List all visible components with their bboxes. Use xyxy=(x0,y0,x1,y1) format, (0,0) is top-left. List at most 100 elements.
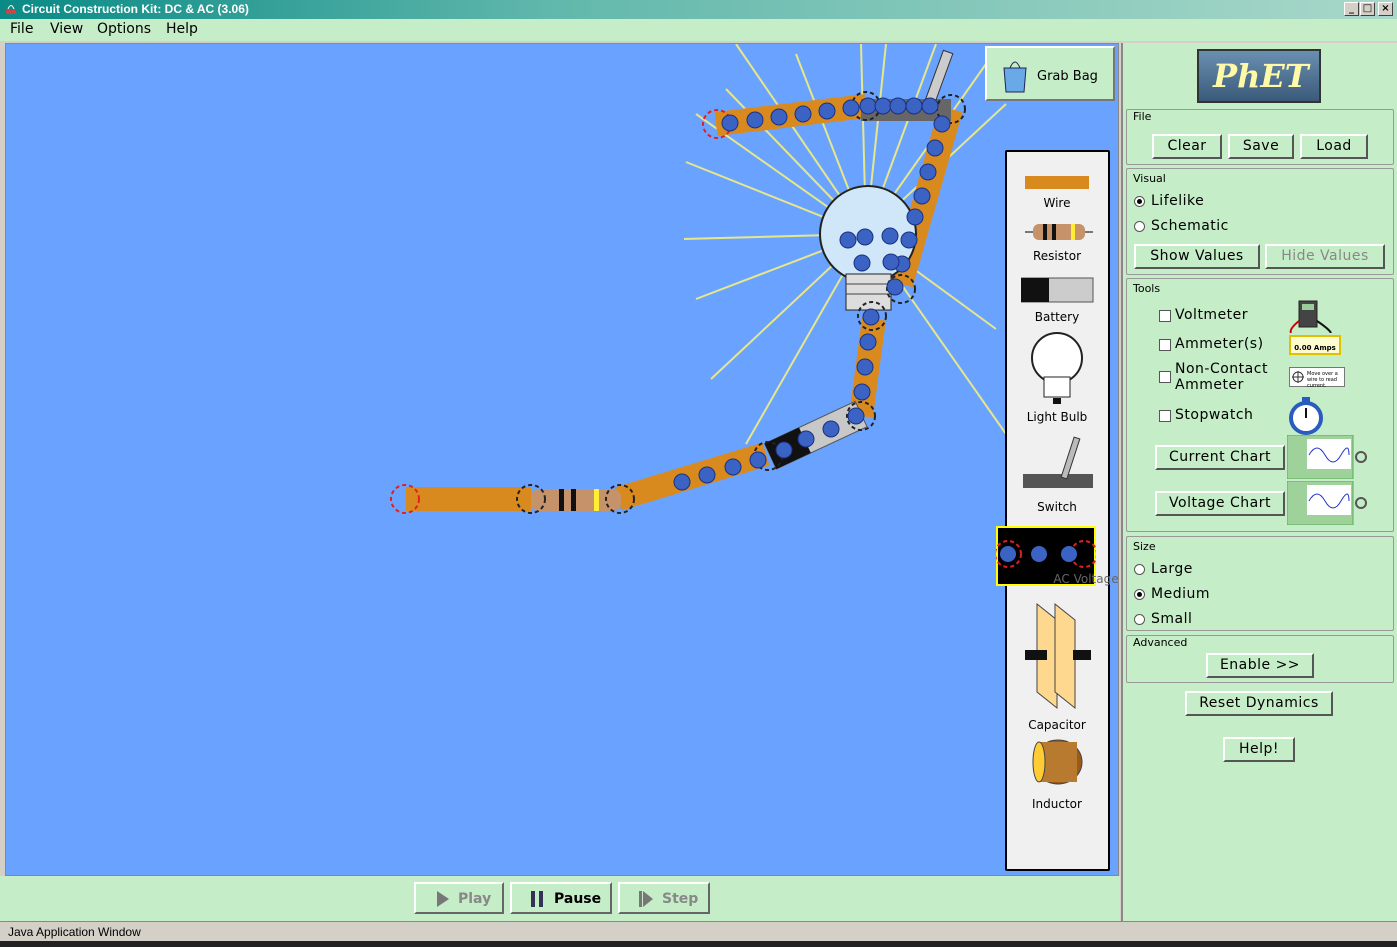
size-small-label: Small xyxy=(1151,611,1193,627)
stopwatch-checkbox[interactable] xyxy=(1159,410,1171,422)
play-label: Play xyxy=(458,891,492,907)
file-section-title: File xyxy=(1133,110,1152,123)
pause-button[interactable]: Pause xyxy=(510,882,612,914)
size-medium-radio[interactable] xyxy=(1134,589,1145,600)
voltage-chart-icon xyxy=(1287,481,1367,525)
status-bar: Java Application Window xyxy=(0,921,1397,941)
reset-dynamics-button[interactable]: Reset Dynamics xyxy=(1185,691,1333,716)
noncontact-label-2: Ammeter xyxy=(1175,377,1244,393)
play-icon xyxy=(437,891,449,907)
voltmeter-checkbox[interactable] xyxy=(1159,310,1171,322)
step-button[interactable]: Step xyxy=(618,882,710,914)
minimize-button[interactable]: _ xyxy=(1344,2,1359,16)
lifelike-radio[interactable] xyxy=(1134,196,1145,207)
ammeter-checkbox[interactable] xyxy=(1159,339,1171,351)
save-button[interactable]: Save xyxy=(1228,134,1294,159)
close-button[interactable]: × xyxy=(1378,2,1393,16)
lifelike-label: Lifelike xyxy=(1151,193,1205,209)
ammeter-icon: 0.00 Amps xyxy=(1289,335,1341,355)
toolbox-ac-voltage[interactable]: AC Voltage xyxy=(996,524,1118,589)
schematic-label: Schematic xyxy=(1151,218,1229,234)
toolbox-switch[interactable]: Switch xyxy=(1007,432,1107,517)
visual-section-title: Visual xyxy=(1133,172,1166,185)
size-small-radio[interactable] xyxy=(1134,614,1145,625)
grab-bag-label: Grab Bag xyxy=(1037,69,1098,84)
resistor-icon xyxy=(1025,224,1093,240)
shopping-bag-icon xyxy=(1003,61,1027,93)
menu-bar: File View Options Help xyxy=(0,19,1397,41)
size-section: Size Large Medium Small xyxy=(1126,536,1394,631)
toolbox-inductor-label: Inductor xyxy=(1032,797,1082,811)
advanced-section-title: Advanced xyxy=(1133,636,1188,649)
light-bulb-icon xyxy=(1031,332,1083,404)
component-toolbox: Wire Resistor Battery Light Bulb Switch … xyxy=(996,150,1118,871)
toolbox-switch-label: Switch xyxy=(1037,500,1077,514)
toolbox-capacitor[interactable]: Capacitor xyxy=(1007,600,1107,732)
battery-icon xyxy=(1021,277,1094,303)
advanced-section: Advanced Enable >> xyxy=(1126,635,1394,683)
current-chart-button[interactable]: Current Chart xyxy=(1155,445,1285,470)
load-button[interactable]: Load xyxy=(1300,134,1368,159)
toolbox-capacitor-label: Capacitor xyxy=(1028,718,1086,732)
control-panel: PhET File Clear Save Load Visual Lifelik… xyxy=(1121,43,1397,921)
voltmeter-label: Voltmeter xyxy=(1175,307,1249,323)
ammeter-readout: 0.00 Amps xyxy=(1294,344,1336,352)
visual-section: Visual Lifelike Schematic Show Values Hi… xyxy=(1126,168,1394,275)
size-large-label: Large xyxy=(1151,561,1193,577)
toolbox-battery-label: Battery xyxy=(1034,310,1080,324)
size-medium-label: Medium xyxy=(1151,586,1210,602)
schematic-radio[interactable] xyxy=(1134,221,1145,232)
hide-values-button[interactable]: Hide Values xyxy=(1265,244,1385,269)
stopwatch-label: Stopwatch xyxy=(1175,407,1254,423)
grab-bag-button[interactable]: Grab Bag xyxy=(985,46,1115,101)
ammeter-label: Ammeter(s) xyxy=(1175,336,1264,352)
size-large-radio[interactable] xyxy=(1134,564,1145,575)
toolbox-light-bulb[interactable]: Light Bulb xyxy=(1007,330,1107,425)
toolbox-wire-label: Wire xyxy=(1043,196,1071,210)
file-section: File Clear Save Load xyxy=(1126,109,1394,165)
enable-advanced-button[interactable]: Enable >> xyxy=(1206,653,1314,678)
toolbox-wire[interactable]: Wire xyxy=(1007,162,1107,212)
menu-view[interactable]: View xyxy=(50,21,83,37)
tools-section: Tools Voltmeter Ammeter(s) 0.00 Amps Non… xyxy=(1126,278,1394,532)
java-app-icon xyxy=(6,5,16,14)
help-button[interactable]: Help! xyxy=(1223,737,1295,762)
size-section-title: Size xyxy=(1133,540,1156,553)
step-icon xyxy=(639,891,653,907)
menu-file[interactable]: File xyxy=(10,21,33,37)
crosshair-icon xyxy=(1292,371,1304,383)
taskbar-strip xyxy=(0,941,1397,947)
noncontact-hint: Move over a wire to read current. xyxy=(1307,371,1338,389)
window-title: Circuit Construction Kit: DC & AC (3.06) xyxy=(22,2,249,16)
toolbox-inductor[interactable]: Inductor xyxy=(1007,737,1107,812)
toolbox-resistor-label: Resistor xyxy=(1033,249,1081,263)
noncontact-label-1: Non-Contact xyxy=(1175,361,1268,377)
title-bar: Circuit Construction Kit: DC & AC (3.06)… xyxy=(0,0,1397,19)
toolbox-battery[interactable]: Battery xyxy=(1007,274,1107,329)
toolbox-resistor[interactable]: Resistor xyxy=(1007,217,1107,267)
switch-icon xyxy=(1023,436,1093,488)
circuit-drawing[interactable] xyxy=(6,44,1119,876)
voltage-chart-button[interactable]: Voltage Chart xyxy=(1155,491,1285,516)
inductor-icon xyxy=(1032,739,1083,785)
circuit-canvas[interactable]: Grab Bag Wire Resistor Battery Light Bul… xyxy=(5,43,1119,876)
pause-label: Pause xyxy=(554,891,602,907)
menu-help[interactable]: Help xyxy=(166,21,198,37)
stopwatch-icon xyxy=(1289,397,1323,435)
menu-options[interactable]: Options xyxy=(97,21,151,37)
phet-logo-text: PhET xyxy=(1213,57,1309,95)
noncontact-ammeter-icon: Move over a wire to read current. xyxy=(1289,367,1345,389)
show-values-button[interactable]: Show Values xyxy=(1134,244,1260,269)
pause-icon xyxy=(531,891,543,907)
maximize-button[interactable]: □ xyxy=(1360,2,1375,16)
clear-button[interactable]: Clear xyxy=(1152,134,1222,159)
phet-logo[interactable]: PhET xyxy=(1197,49,1321,103)
toolbox-light-bulb-label: Light Bulb xyxy=(1026,410,1088,424)
status-text: Java Application Window xyxy=(8,925,141,939)
play-button[interactable]: Play xyxy=(414,882,504,914)
playback-bar: Play Pause Step xyxy=(0,876,1120,921)
capacitor-icon xyxy=(1025,602,1091,710)
noncontact-ammeter-checkbox[interactable] xyxy=(1159,371,1171,383)
current-chart-icon xyxy=(1287,435,1367,479)
voltmeter-icon xyxy=(1289,300,1332,333)
